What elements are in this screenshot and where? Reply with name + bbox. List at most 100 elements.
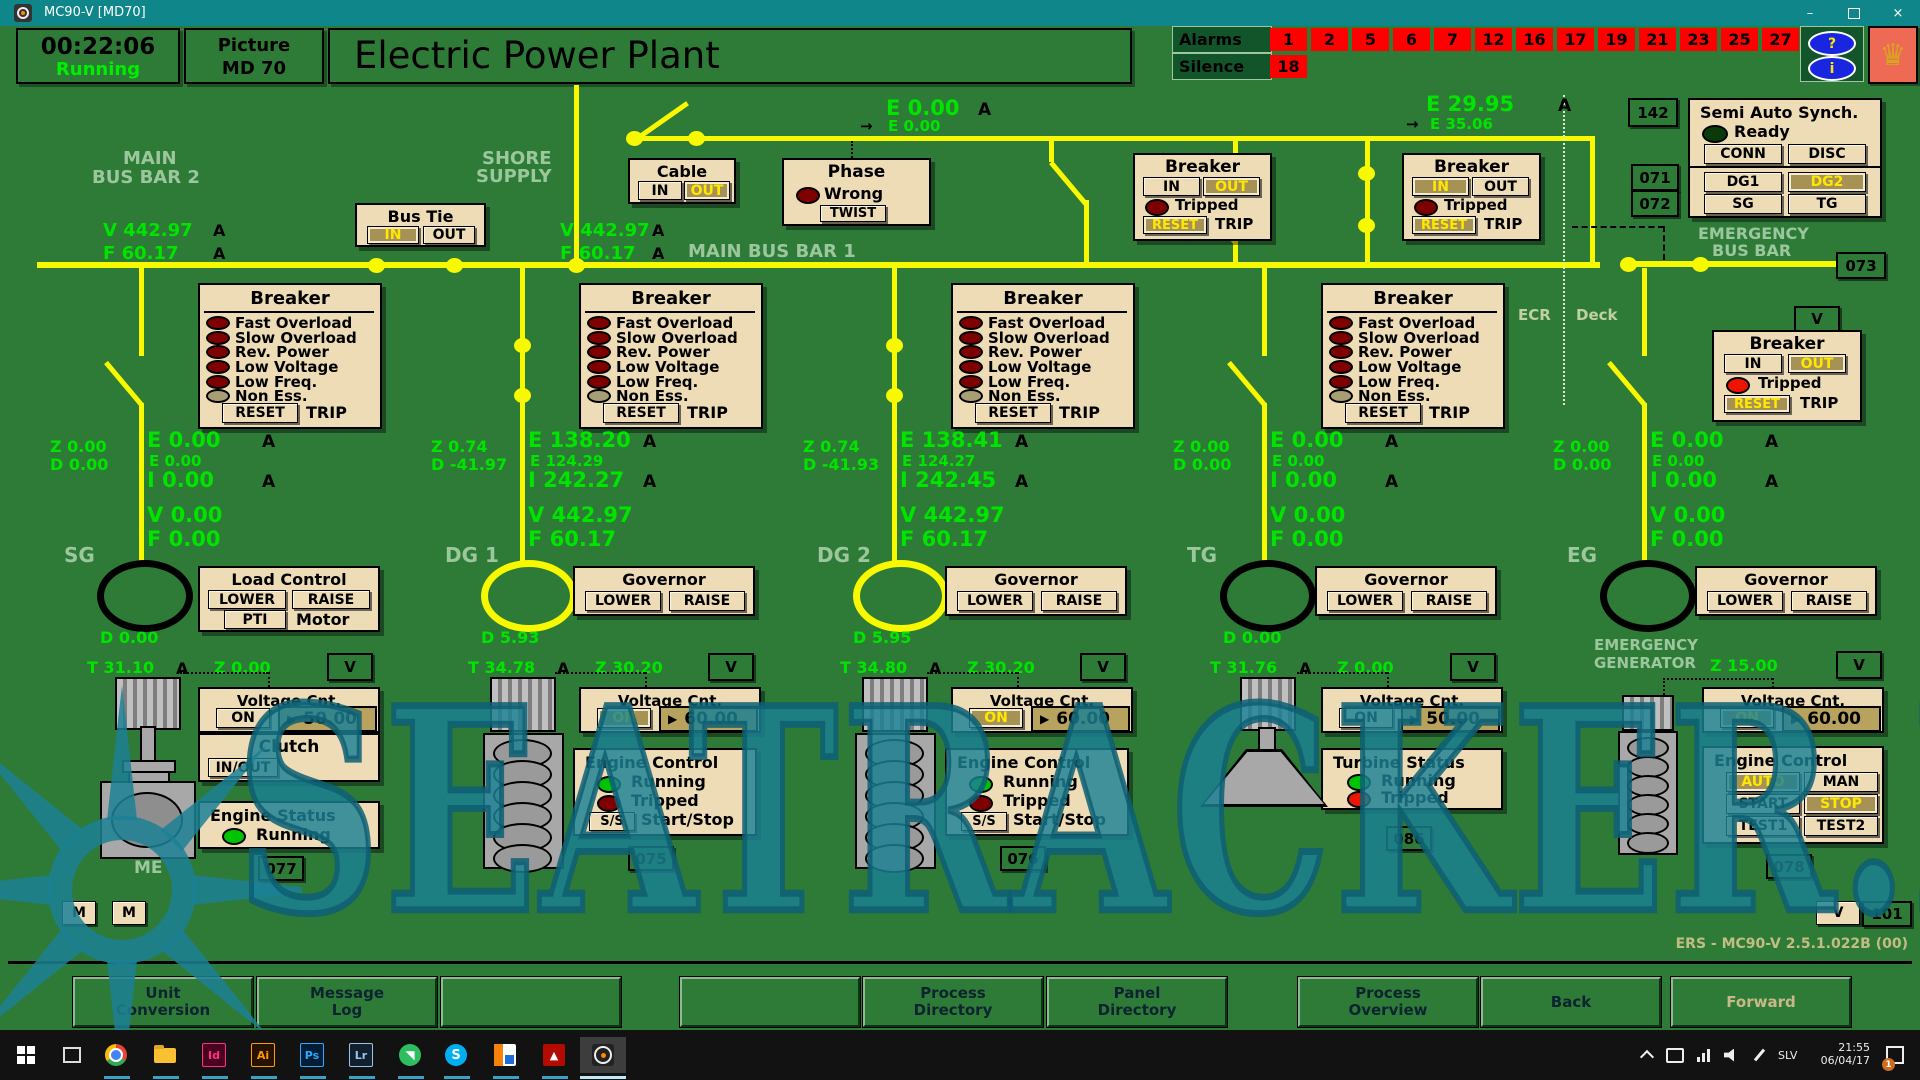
twist-button[interactable]: TWIST bbox=[820, 205, 886, 222]
cable-out-button[interactable]: OUT bbox=[684, 181, 730, 200]
task-view-button[interactable] bbox=[52, 1037, 92, 1073]
synch-breaker-in-button[interactable]: IN bbox=[1412, 177, 1469, 196]
synch-breaker-reset-button[interactable]: RESET bbox=[1412, 216, 1476, 234]
tray-clock[interactable]: 21:55 06/04/17 bbox=[1814, 1041, 1870, 1067]
eg-raise-button[interactable]: RAISE bbox=[1791, 591, 1867, 611]
tg-lower-button[interactable]: LOWER bbox=[1327, 591, 1403, 611]
alarm-number[interactable]: 7 bbox=[1434, 28, 1471, 51]
help-icon[interactable]: ? bbox=[1808, 31, 1856, 56]
tray-network-icon[interactable] bbox=[1690, 1037, 1716, 1073]
synch-disc-button[interactable]: DISC bbox=[1788, 144, 1866, 164]
nav-process-overview-button[interactable]: ProcessOverview bbox=[1298, 977, 1478, 1027]
breaker-reset-button[interactable]: RESET bbox=[603, 403, 679, 423]
file-explorer-icon[interactable] bbox=[145, 1037, 185, 1073]
synch-dg1-button[interactable]: DG1 bbox=[1704, 172, 1782, 192]
tag-142[interactable]: 142 bbox=[1628, 98, 1678, 127]
tag-071[interactable]: 071 bbox=[1631, 164, 1679, 191]
start-button[interactable] bbox=[6, 1037, 46, 1073]
tray-volume-icon[interactable] bbox=[1718, 1037, 1744, 1073]
alarm-number[interactable]: 19 bbox=[1598, 28, 1635, 51]
simulator-app-button[interactable] bbox=[580, 1037, 626, 1073]
nav-blank-button-1[interactable] bbox=[441, 977, 621, 1027]
bus-tie-out-button[interactable]: OUT bbox=[423, 226, 475, 244]
illustrator-icon[interactable]: Ai bbox=[243, 1037, 283, 1073]
synch-dg2-button[interactable]: DG2 bbox=[1788, 172, 1866, 192]
alarm-number[interactable]: 27 bbox=[1762, 28, 1799, 51]
nav-blank-button-2[interactable] bbox=[680, 977, 860, 1027]
alarm-number[interactable]: 1 bbox=[1270, 28, 1307, 51]
bus-tie-in-button[interactable]: IN bbox=[367, 226, 419, 244]
eg-generator-symbol bbox=[1600, 560, 1696, 632]
alarm-number[interactable]: 12 bbox=[1475, 28, 1512, 51]
tg-name: TG bbox=[1187, 543, 1217, 567]
alarm-number-row[interactable]: 12567121617192123252728 bbox=[1270, 28, 1840, 51]
tg-raise-button[interactable]: RAISE bbox=[1411, 591, 1487, 611]
alarm-number[interactable]: 6 bbox=[1393, 28, 1430, 51]
dg1-impedance: Z 0.74 bbox=[431, 437, 488, 456]
eg-breaker-out-button[interactable]: OUT bbox=[1788, 354, 1846, 373]
alarm-number[interactable]: 5 bbox=[1352, 28, 1389, 51]
mail-app-icon[interactable] bbox=[485, 1037, 525, 1073]
dg1-lower-button[interactable]: LOWER bbox=[585, 591, 661, 611]
alarm-number[interactable]: 17 bbox=[1557, 28, 1594, 51]
tray-chevron-icon[interactable] bbox=[1634, 1037, 1660, 1073]
eg-breaker-reset-button[interactable]: RESET bbox=[1724, 395, 1790, 413]
tag-073[interactable]: 073 bbox=[1836, 252, 1886, 279]
eg-frequency: F 0.00 bbox=[1650, 527, 1723, 551]
nav-panel-directory-button[interactable]: PanelDirectory bbox=[1047, 977, 1227, 1027]
eg-breaker-v-button[interactable]: V bbox=[1794, 306, 1840, 332]
alarm-number[interactable]: 2 bbox=[1311, 28, 1348, 51]
dg2-lower-button[interactable]: LOWER bbox=[957, 591, 1033, 611]
synch-conn-button[interactable]: CONN bbox=[1704, 144, 1782, 164]
bus2-label-1: MAIN bbox=[123, 148, 177, 169]
alarm-number[interactable]: 23 bbox=[1680, 28, 1717, 51]
dg1-raise-button[interactable]: RAISE bbox=[669, 591, 745, 611]
eg-breaker-in-button[interactable]: IN bbox=[1724, 354, 1782, 373]
alarm-number[interactable]: 25 bbox=[1721, 28, 1758, 51]
info-icon[interactable]: i bbox=[1808, 56, 1856, 81]
dg2-raise-button[interactable]: RAISE bbox=[1041, 591, 1117, 611]
tray-tablet-icon[interactable] bbox=[1662, 1037, 1688, 1073]
breaker-reset-button[interactable]: RESET bbox=[1345, 403, 1421, 423]
cable-in-button[interactable]: IN bbox=[638, 181, 682, 200]
sg-lower-button[interactable]: LOWER bbox=[208, 590, 286, 609]
nav-process-directory-button[interactable]: ProcessDirectory bbox=[863, 977, 1043, 1027]
sg-pti-button[interactable]: PTI bbox=[224, 610, 286, 629]
tray-pen-icon[interactable] bbox=[1746, 1037, 1772, 1073]
indesign-icon[interactable]: Id bbox=[194, 1037, 234, 1073]
synch-tg-button[interactable]: TG bbox=[1788, 194, 1866, 214]
nav-back-button[interactable]: Back bbox=[1481, 977, 1661, 1027]
shore-breaker-out-button[interactable]: OUT bbox=[1203, 177, 1260, 196]
nav-forward-button[interactable]: Forward bbox=[1671, 977, 1851, 1027]
minimize-button[interactable]: – bbox=[1788, 0, 1832, 26]
synch-sg-button[interactable]: SG bbox=[1704, 194, 1782, 214]
shore-breaker-in-button[interactable]: IN bbox=[1143, 177, 1200, 196]
chrome-icon[interactable] bbox=[96, 1037, 136, 1073]
evernote-icon[interactable]: ◥ bbox=[390, 1037, 430, 1073]
alarms-button[interactable]: Alarms bbox=[1172, 26, 1272, 53]
tag-072[interactable]: 072 bbox=[1631, 190, 1679, 217]
silenced-alarm-number[interactable]: 18 bbox=[1270, 55, 1307, 78]
picture-label: Picture bbox=[186, 35, 322, 56]
skype-icon[interactable]: S bbox=[436, 1037, 476, 1073]
eg-lower-button[interactable]: LOWER bbox=[1707, 591, 1783, 611]
lightroom-icon[interactable]: Lr bbox=[341, 1037, 381, 1073]
acrobat-icon[interactable]: ▲ bbox=[534, 1037, 574, 1073]
synch-breaker-out-button[interactable]: OUT bbox=[1472, 177, 1529, 196]
breaker-reset-button[interactable]: RESET bbox=[222, 403, 298, 423]
notification-center-button[interactable]: 1 bbox=[1880, 1037, 1910, 1073]
sg-raise-button[interactable]: RAISE bbox=[292, 590, 370, 609]
breaker-reset-button[interactable]: RESET bbox=[975, 403, 1051, 423]
restore-button[interactable] bbox=[1832, 0, 1876, 26]
tray-language[interactable]: SLV bbox=[1778, 1049, 1797, 1062]
shore-disconnector-blade bbox=[639, 101, 689, 138]
alarm-number[interactable]: 16 bbox=[1516, 28, 1553, 51]
close-button[interactable]: × bbox=[1876, 0, 1920, 26]
alarm-number[interactable]: 21 bbox=[1639, 28, 1676, 51]
shore-breaker-reset-button[interactable]: RESET bbox=[1143, 216, 1207, 234]
silence-button[interactable]: Silence bbox=[1172, 53, 1272, 80]
tg-feeder-line bbox=[1262, 403, 1267, 562]
photoshop-icon[interactable]: Ps bbox=[292, 1037, 332, 1073]
silenced-alarm-row[interactable]: 18 bbox=[1270, 55, 1307, 78]
flow-arrow-icon: → bbox=[1406, 115, 1419, 133]
